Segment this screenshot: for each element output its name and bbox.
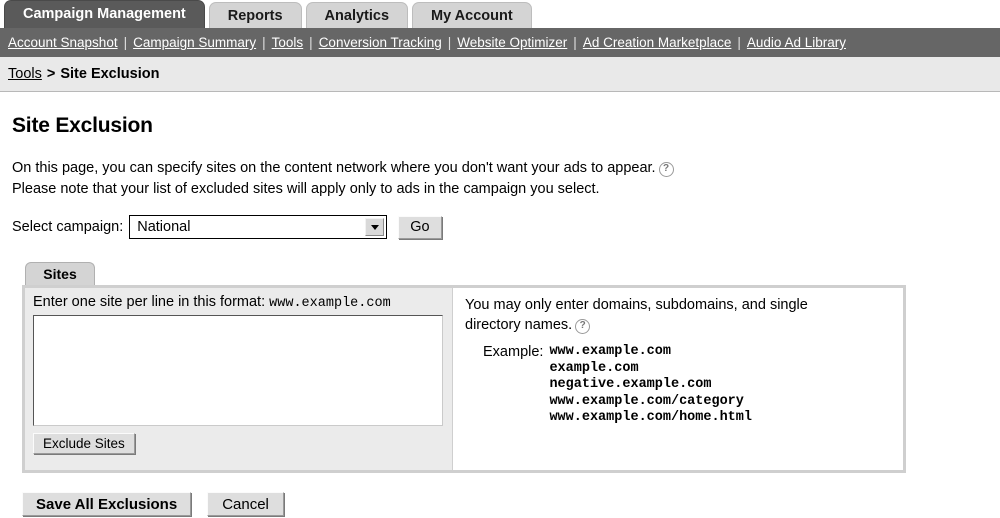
exclude-sites-button[interactable]: Exclude Sites: [33, 433, 135, 454]
go-button[interactable]: Go: [398, 215, 442, 239]
sites-example-item: example.com: [549, 360, 639, 376]
sites-panel-left-column: Enter one site per line in this format: …: [25, 288, 452, 470]
subnav-separator: |: [262, 35, 266, 50]
sites-example-block: Example: www.example.com example.com neg…: [483, 344, 893, 427]
sites-input-textarea[interactable]: [33, 315, 443, 426]
breadcrumb: Tools > Site Exclusion: [0, 57, 1000, 92]
tab-campaign-management[interactable]: Campaign Management: [4, 0, 205, 28]
help-icon[interactable]: ?: [575, 319, 591, 334]
breadcrumb-link-tools[interactable]: Tools: [8, 66, 42, 82]
cancel-button[interactable]: Cancel: [207, 492, 284, 516]
subnav-separator: |: [737, 35, 741, 50]
page-description: On this page, you can specify sites on t…: [12, 158, 674, 200]
breadcrumb-current: Site Exclusion: [60, 66, 160, 82]
tab-my-account[interactable]: My Account: [412, 2, 532, 28]
sites-textarea-label: Enter one site per line in this format: …: [33, 294, 444, 311]
campaign-select-value: National: [137, 219, 191, 235]
form-actions: Save All Exclusions Cancel: [22, 492, 284, 516]
subnav-link-account-snapshot[interactable]: Account Snapshot: [8, 35, 118, 50]
page-title: Site Exclusion: [12, 114, 153, 137]
primary-tab-bar: Campaign Management Reports Analytics My…: [0, 0, 1000, 28]
campaign-select-row: Select campaign: National Go: [12, 215, 442, 239]
description-line-2: Please note that your list of excluded s…: [12, 181, 600, 197]
sites-textarea-label-example: www.example.com: [269, 296, 391, 311]
subnav-separator: |: [573, 35, 577, 50]
help-icon[interactable]: ?: [658, 162, 674, 177]
subnav-link-conversion-tracking[interactable]: Conversion Tracking: [319, 35, 442, 50]
chevron-down-icon[interactable]: [365, 218, 385, 236]
sites-panel-right-column: You may only enter domains, subdomains, …: [452, 288, 903, 470]
description-text-1: On this page, you can specify sites on t…: [12, 160, 656, 176]
subnav-link-website-optimizer[interactable]: Website Optimizer: [457, 35, 567, 50]
sites-example-label: Example:: [483, 344, 544, 360]
sites-instructions: You may only enter domains, subdomains, …: [465, 295, 865, 335]
subnav-separator: |: [447, 35, 452, 50]
tab-reports[interactable]: Reports: [208, 2, 302, 28]
sites-panel: Enter one site per line in this format: …: [22, 285, 906, 473]
sites-example-item: www.example.com/home.html: [549, 410, 752, 425]
description-line-1: On this page, you can specify sites on t…: [12, 158, 674, 179]
sites-example-item: www.example.com/category: [549, 393, 744, 409]
subnav-link-audio-ad-library[interactable]: Audio Ad Library: [747, 35, 846, 50]
save-all-exclusions-button[interactable]: Save All Exclusions: [22, 492, 192, 516]
subnav-link-tools[interactable]: Tools: [272, 35, 304, 50]
sites-example-item: negative.example.com: [549, 377, 712, 392]
subnav-separator: |: [123, 35, 128, 50]
subnav-link-campaign-summary[interactable]: Campaign Summary: [133, 35, 256, 50]
sites-example-list: www.example.com example.com negative.exa…: [549, 344, 752, 427]
sites-example-item: www.example.com: [549, 344, 671, 359]
tab-sites[interactable]: Sites: [25, 262, 95, 286]
subnav-separator: |: [309, 35, 313, 50]
campaign-select-dropdown[interactable]: National: [129, 215, 388, 239]
breadcrumb-separator: >: [46, 66, 56, 82]
sub-navigation-bar: Account Snapshot | Campaign Summary | To…: [0, 28, 1000, 57]
campaign-select-label: Select campaign:: [12, 219, 124, 235]
sites-textarea-label-prefix: Enter one site per line in this format:: [33, 294, 266, 310]
sites-instructions-text: You may only enter domains, subdomains, …: [465, 297, 808, 333]
subnav-link-ad-creation-marketplace[interactable]: Ad Creation Marketplace: [583, 35, 732, 50]
tab-analytics[interactable]: Analytics: [305, 2, 409, 28]
